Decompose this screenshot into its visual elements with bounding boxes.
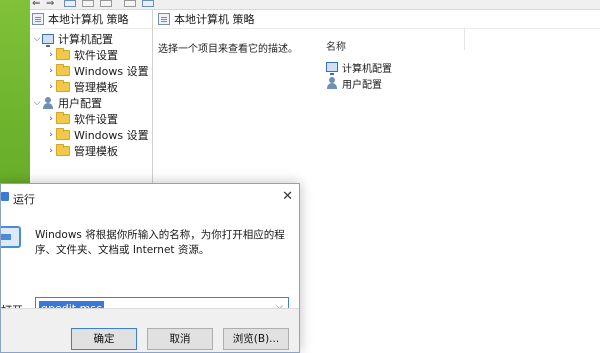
chevron-right-icon[interactable]: ›	[46, 50, 56, 60]
run-body: Windows 将根据你所输入的名称，为你打开相应的程序、文件夹、文档或 Int…	[1, 210, 299, 319]
list-item-label: 计算机配置	[342, 63, 392, 75]
tree-root[interactable]: 本地计算机 策略	[30, 10, 152, 29]
tree-item-windows-settings[interactable]: › Windows 设置	[46, 63, 149, 79]
tree-item-label: 管理模板	[74, 145, 118, 158]
list-item-label: 用户配置	[342, 79, 382, 91]
tree-item-label: Windows 设置	[74, 65, 149, 78]
chevron-down-icon[interactable]: ⌵	[32, 98, 42, 108]
tree-item-software-settings[interactable]: › 软件设置	[46, 47, 118, 63]
back-arrow-icon[interactable]: ⇐	[32, 0, 44, 9]
dialog-title: 运行	[13, 193, 35, 206]
run-description: Windows 将根据你所输入的名称，为你打开相应的程序、文件夹、文档或 Int…	[35, 229, 285, 256]
folder-icon	[56, 64, 70, 76]
chevron-down-icon[interactable]: ⌵	[32, 34, 42, 44]
tree-item-software-settings[interactable]: › 软件设置	[46, 111, 118, 127]
tree-item-computer-config[interactable]: ⌵ 计算机配置	[32, 31, 113, 47]
folder-icon	[56, 80, 70, 92]
details-pane: 本地计算机 策略 选择一个项目来查看它的描述。 名称 计算机配置 用户配置	[154, 10, 600, 185]
chevron-right-icon[interactable]: ›	[46, 146, 56, 156]
details-list: 名称 计算机配置 用户配置	[326, 38, 392, 91]
policy-icon	[158, 13, 170, 25]
column-divider	[464, 28, 465, 50]
chevron-right-icon[interactable]: ›	[46, 82, 56, 92]
ok-button[interactable]: 确定	[71, 328, 137, 350]
user-icon	[326, 77, 338, 89]
console-tree-icon[interactable]	[64, 0, 76, 7]
view-icon[interactable]	[142, 0, 154, 7]
folder-icon	[56, 112, 70, 124]
chevron-right-icon[interactable]: ›	[46, 114, 56, 124]
list-item[interactable]: 用户配置	[326, 75, 392, 91]
close-icon[interactable]: ✕	[282, 189, 293, 204]
run-titlebar[interactable]: 运行 ✕	[1, 184, 299, 210]
tree-item-label: 管理模板	[74, 81, 118, 94]
browse-button[interactable]: 浏览(B)...	[223, 328, 289, 350]
policy-icon	[32, 13, 44, 25]
tree-root-label: 本地计算机 策略	[48, 13, 129, 26]
description-text: 选择一个项目来查看它的描述。	[158, 44, 298, 55]
run-dialog: 运行 ✕ Windows 将根据你所输入的名称，为你打开相应的程序、文件夹、文档…	[0, 183, 300, 353]
forward-arrow-icon[interactable]: ⇒	[46, 0, 58, 9]
tree-item-label: 计算机配置	[58, 33, 113, 46]
toolbar: ⇐ ⇒	[30, 0, 600, 10]
folder-icon	[56, 144, 70, 156]
chevron-right-icon[interactable]: ›	[46, 130, 56, 140]
chevron-right-icon[interactable]: ›	[46, 66, 56, 76]
run-icon	[1, 226, 21, 248]
folder-icon	[56, 48, 70, 60]
details-title: 本地计算机 策略	[174, 13, 255, 26]
tree-item-label: 软件设置	[74, 49, 118, 62]
tree-item-admin-templates[interactable]: › 管理模板	[46, 143, 118, 159]
properties-icon[interactable]	[82, 0, 94, 7]
tree-item-admin-templates[interactable]: › 管理模板	[46, 79, 118, 95]
help-icon[interactable]	[124, 0, 136, 7]
computer-icon	[42, 34, 54, 47]
user-icon	[42, 97, 54, 109]
column-header-name[interactable]: 名称	[326, 38, 392, 53]
tree-item-user-config[interactable]: ⌵ 用户配置	[32, 95, 102, 111]
cancel-button[interactable]: 取消	[147, 328, 213, 350]
computer-icon	[326, 62, 338, 75]
tree-item-label: Windows 设置	[74, 129, 149, 142]
list-item[interactable]: 计算机配置	[326, 59, 392, 75]
details-header: 本地计算机 策略	[154, 10, 600, 29]
export-list-icon[interactable]	[100, 0, 112, 7]
tree-item-label: 用户配置	[58, 97, 102, 110]
run-app-icon	[1, 192, 9, 201]
console-tree: 本地计算机 策略 ⌵ 计算机配置 › 软件设置 › Windows 设置 › 管…	[30, 10, 153, 185]
folder-icon	[56, 128, 70, 140]
tree-item-windows-settings[interactable]: › Windows 设置	[46, 127, 149, 143]
tree-item-label: 软件设置	[74, 113, 118, 126]
